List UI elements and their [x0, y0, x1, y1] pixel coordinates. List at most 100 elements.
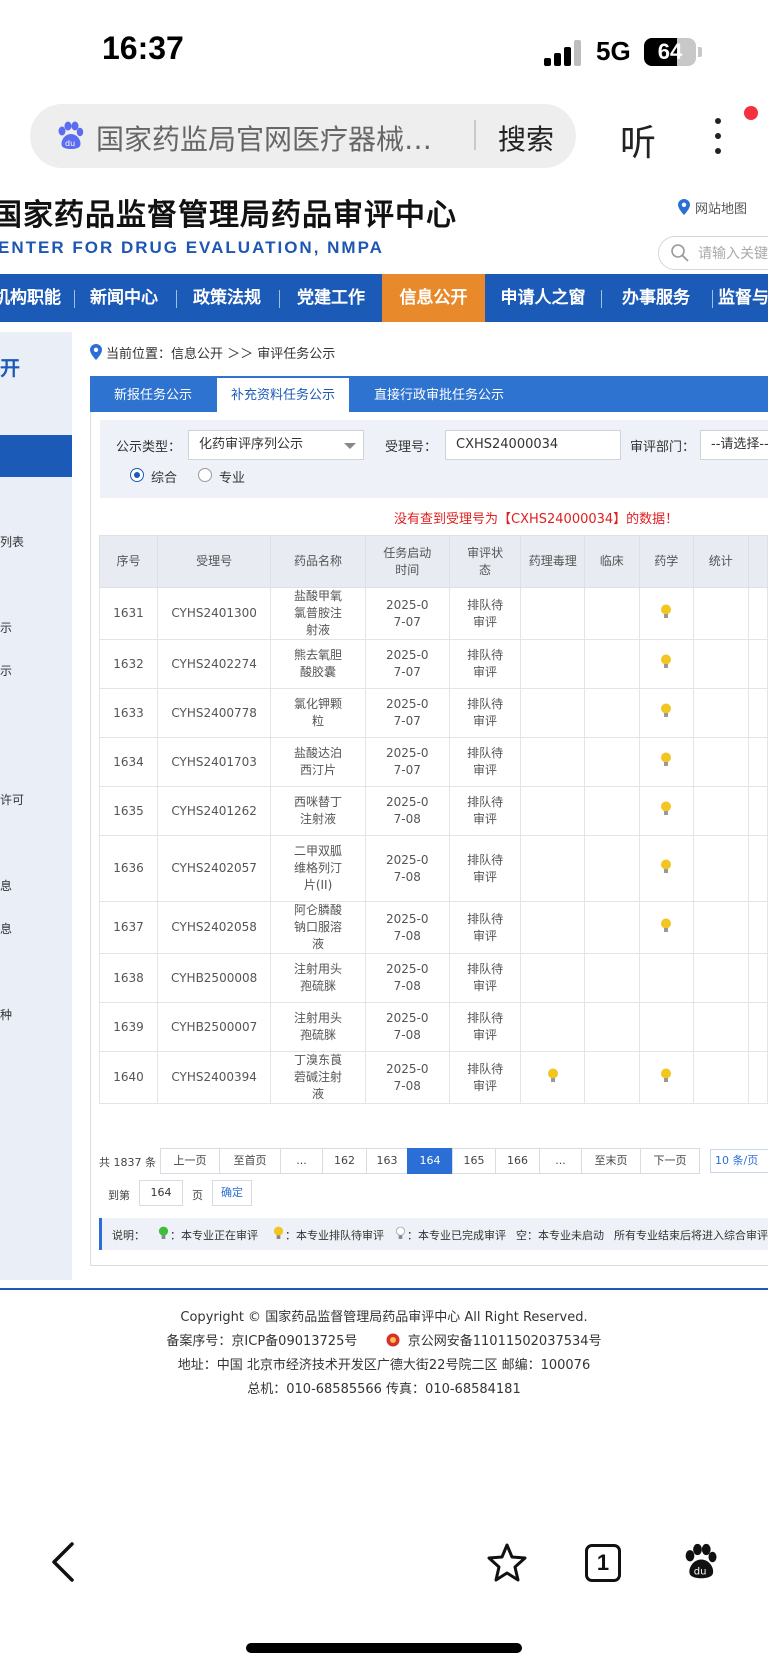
table-row[interactable]: 1634 CYHS2401703 盐酸达泊西汀片 2025-07-07 排队待审评 [98, 737, 768, 787]
table-row[interactable]: 1636 CYHS2402057 二甲双胍维格列汀片(II) 2025-07-08 排队… [98, 835, 768, 902]
footer-icp[interactable]: 备案序号：京ICP备09013725号 [166, 1334, 357, 1349]
current-page-button[interactable]: 164 [407, 1148, 453, 1174]
col-header: 药学 [638, 535, 695, 588]
more-icon[interactable] [706, 116, 730, 156]
goto-suffix: 页 [192, 1189, 203, 1202]
table-row[interactable]: 1639 CYHB2500007 注射用头孢硫脒 2025-07-08 排队待审评 [98, 1002, 768, 1052]
tab-direct-approval-tasks[interactable]: 直接行政审批任务公示 [364, 376, 514, 412]
sidebar-item[interactable]: 种 [0, 1006, 12, 1023]
page-button[interactable]: 162 [322, 1148, 367, 1174]
page-size-select[interactable]: 10 条/页 [710, 1149, 768, 1173]
radio-major[interactable] [198, 468, 212, 482]
cell-text: 2025-07-08 [386, 962, 429, 993]
prev-page-button[interactable]: 上一页 [160, 1148, 220, 1174]
table-row[interactable]: 1635 CYHS2401262 西咪替丁注射液 2025-07-08 排队待审评 [98, 786, 768, 836]
cell-status: 排队待审评 [448, 587, 522, 640]
goto-page-input[interactable]: 164 [139, 1180, 183, 1206]
browser-search-query[interactable]: 国家药监局官网医疗器械… [96, 118, 446, 158]
sidebar-active-item[interactable] [0, 435, 72, 477]
nav-item-service[interactable]: 办事服务 [606, 274, 706, 322]
cell-tox [520, 901, 586, 954]
cell-text: 2025-07-08 [386, 1061, 429, 1093]
sidebar-item[interactable]: 息 [0, 920, 12, 937]
last-page-button[interactable]: 至末页 [581, 1148, 641, 1174]
sidebar-item[interactable]: 示 [0, 662, 12, 679]
cell-empty [693, 953, 749, 1003]
table-row[interactable]: 1633 CYHS2400778 氯化钾颗粒 2025-07-07 排队待审评 [98, 688, 768, 738]
nav-item-info[interactable]: 信息公开 [382, 274, 485, 322]
cell-status: 排队待审评 [448, 1002, 522, 1052]
tabs-button[interactable]: 1 [585, 1544, 621, 1582]
cell-text: 氯化钾颗粒 [294, 697, 343, 728]
cell-empty [584, 639, 640, 689]
cell-status: 排队待审评 [448, 639, 522, 689]
cell-empty [693, 835, 749, 902]
radio-all[interactable] [130, 468, 144, 482]
nav-item-org[interactable]: 机构职能 [0, 274, 64, 322]
next-page-button[interactable]: 下一页 [640, 1148, 700, 1174]
page-button[interactable]: 165 [452, 1148, 496, 1174]
col-header: 临床 [584, 535, 640, 588]
yellow-bulb-icon [661, 654, 672, 668]
sidebar-item[interactable]: 示 [0, 619, 12, 636]
tabs-count: 1 [596, 1550, 610, 1575]
site-search-input[interactable]: 请输入关键词 [698, 243, 768, 263]
page-button[interactable]: 166 [495, 1148, 540, 1174]
nav-separator [601, 290, 602, 308]
cell-text: 1637 [113, 920, 144, 934]
back-icon[interactable] [48, 1540, 78, 1584]
cell-name: 丁溴东莨菪碱注射液 [270, 1051, 366, 1104]
listen-button[interactable]: 听 [620, 114, 656, 166]
table-row[interactable]: 1640 CYHS2400394 丁溴东莨菪碱注射液 2025-07-08 排队待审评 [98, 1051, 768, 1104]
cell-text: 2025-07-07 [386, 746, 429, 777]
cell-text: 2025-07-08 [386, 1011, 429, 1042]
not-found-message: 没有查到受理号为【CXHS24000034】的数据！ [394, 512, 679, 527]
accept-no-input[interactable]: CXHS24000034 [445, 430, 621, 460]
cell-name: 西咪替丁注射液 [270, 786, 366, 836]
accept-label: 受理号： [385, 440, 438, 455]
col-header-text: 审评状态 [467, 545, 504, 577]
dept-select[interactable]: --请选择-- [700, 430, 768, 460]
cell-empty [584, 1051, 640, 1104]
nav-item-party[interactable]: 党建工作 [284, 274, 378, 322]
cell-accept: CYHS2402274 [157, 639, 272, 689]
cell-text: 排队待审评 [467, 962, 504, 993]
nav-item-applicant[interactable]: 申请人之窗 [488, 274, 598, 322]
type-select[interactable]: 化药审评序列公示 [188, 430, 364, 460]
yellow-bulb-icon [661, 801, 672, 815]
page-button[interactable]: 163 [366, 1148, 408, 1174]
cell-accept: CYHB2500007 [157, 1002, 272, 1052]
sidebar-item[interactable]: 息 [0, 877, 12, 894]
cell-text: 2025-07-08 [386, 911, 429, 943]
cell-empty [747, 1002, 768, 1052]
cell-text: 1640 [113, 1070, 144, 1084]
table-row[interactable]: 1638 CYHB2500008 注射用头孢硫脒 2025-07-08 排队待审评 [98, 953, 768, 1003]
baidu-paw-icon[interactable]: du [680, 1542, 720, 1582]
sidebar-item[interactable]: 列表 [0, 533, 24, 550]
sitemap-link[interactable]: 网站地图 [695, 198, 747, 217]
cell-text: 排队待审评 [467, 795, 504, 826]
sidebar-item[interactable]: 许可 [0, 791, 24, 808]
nav-item-supervise[interactable]: 监督与 [718, 274, 768, 322]
footer-record: 备案序号：京ICP备09013725号 京公网安备11011502037534号 [0, 1330, 768, 1349]
table-row[interactable]: 1632 CYHS2402274 熊去氧胆酸胶囊 2025-07-07 排队待审评 [98, 639, 768, 689]
nav-item-news[interactable]: 新闻中心 [80, 274, 168, 322]
cell-text: CYHS2402274 [171, 656, 257, 671]
cell-empty [584, 587, 640, 640]
sidebar-heading: 开 [0, 356, 20, 380]
tab-new-tasks[interactable]: 新报任务公示 [100, 376, 206, 412]
cell-empty [584, 688, 640, 738]
star-icon[interactable] [486, 1542, 528, 1582]
goto-confirm-button[interactable]: 确定 [212, 1180, 252, 1206]
nav-item-policy[interactable]: 政策法规 [182, 274, 272, 322]
footer-police-record[interactable]: 京公网安备11011502037534号 [408, 1334, 602, 1349]
search-icon [671, 244, 689, 262]
first-page-button[interactable]: 至首页 [219, 1148, 281, 1174]
cell-empty [693, 786, 749, 836]
search-button[interactable]: 搜索 [498, 118, 554, 158]
site-subtitle: ENTER FOR DRUG EVALUATION, NMPA [0, 238, 384, 257]
table-row[interactable]: 1637 CYHS2402058 阿仑膦酸钠口服溶液 2025-07-08 排队待审评 [98, 901, 768, 954]
yellow-bulb-icon [661, 1068, 672, 1082]
table-row[interactable]: 1631 CYHS2401300 盐酸甲氧氯普胺注射液 2025-07-07 排队待审评 [98, 587, 768, 640]
tab-supplement-tasks[interactable]: 补充资料任务公示 [217, 378, 349, 412]
